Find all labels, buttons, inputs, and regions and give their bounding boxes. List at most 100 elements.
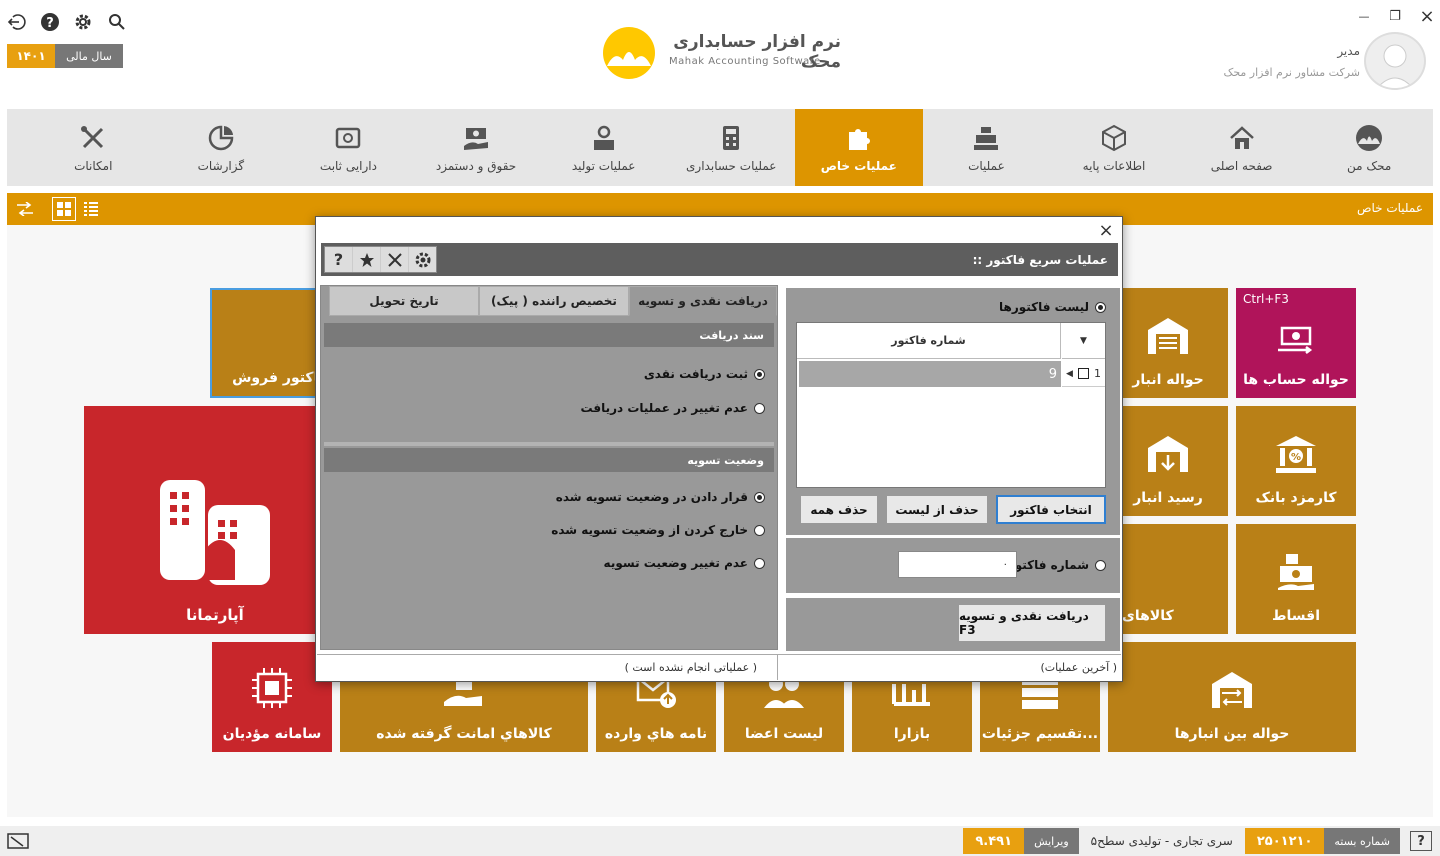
svg-text:%: % bbox=[1291, 452, 1301, 463]
invoice-number-input[interactable]: ۰ bbox=[898, 551, 1017, 578]
nav-item-label: دارایی ثابت bbox=[319, 159, 377, 173]
dropdown-arrow-icon: ▼ bbox=[1080, 335, 1087, 346]
option-radio[interactable] bbox=[754, 557, 765, 569]
tab-driver[interactable]: تخصیص راننده ( پیک) bbox=[479, 286, 629, 316]
nav-item-mahak-man[interactable]: محک من bbox=[1305, 109, 1433, 186]
close-window-button[interactable]: × bbox=[1416, 5, 1438, 27]
dialog-help-button[interactable]: ? bbox=[325, 247, 352, 272]
receipt-option-nochange[interactable]: عدم تغییر در عملیات دریافت bbox=[581, 401, 765, 415]
tile-havaleh-beyn-anbarha[interactable]: حواله بین انبارها bbox=[1108, 642, 1356, 752]
invoice-grid: شماره فاکتور ▼ 9 ◀ 1 bbox=[796, 322, 1106, 488]
toggle-view-button[interactable] bbox=[13, 198, 37, 220]
fiscal-year[interactable]: ۱۴۰۱ سال مالی bbox=[7, 44, 123, 68]
status-left-button[interactable] bbox=[6, 831, 30, 851]
restore-window-button[interactable]: ❐ bbox=[1384, 6, 1406, 26]
minimize-window-button[interactable]: — bbox=[1353, 6, 1375, 26]
nav-item-label: گزارشات bbox=[197, 159, 245, 173]
invoice-list-radio[interactable] bbox=[1095, 301, 1106, 313]
nav-item-label: عملیات bbox=[968, 159, 1005, 173]
dialog-toolbar: ? bbox=[324, 246, 437, 273]
nav-item-home[interactable]: صفحه اصلی bbox=[1178, 109, 1306, 186]
option-radio[interactable] bbox=[754, 524, 765, 536]
status-help-button[interactable]: ? bbox=[1410, 831, 1432, 851]
option-radio[interactable] bbox=[754, 402, 765, 414]
tile-samaneh-moadian[interactable]: سامانه مؤدیان bbox=[212, 642, 332, 752]
search-icon bbox=[109, 14, 125, 30]
search-button[interactable] bbox=[106, 11, 128, 33]
tile-havaleh-anbar[interactable]: حواله انبار bbox=[1108, 288, 1228, 398]
nav-item-label: امکانات bbox=[74, 159, 113, 173]
options-panel: تاریخ تحویل تخصیص راننده ( پیک) دریافت ن… bbox=[320, 285, 778, 650]
avatar[interactable] bbox=[1364, 32, 1426, 90]
tile-karmozd-bank[interactable]: % کارمزد بانک bbox=[1236, 406, 1356, 516]
tile-apartmana[interactable]: آپارتمانا bbox=[84, 406, 346, 634]
list-view-button[interactable] bbox=[80, 198, 102, 220]
main-nav: محک من صفحه اصلی اطلاعات پایه عملیات عمل… bbox=[7, 109, 1433, 186]
settle-option-nochange[interactable]: عدم تغییر وضعیت تسویه bbox=[604, 556, 765, 570]
settle-option-unset[interactable]: خارج کردن از وضعیت تسویه شده bbox=[551, 523, 765, 537]
settle-option-set[interactable]: قرار دادن در وضعیت تسویه شده bbox=[556, 490, 765, 504]
option-radio[interactable] bbox=[754, 368, 765, 380]
divider bbox=[324, 442, 774, 446]
fiscal-year-label: سال مالی bbox=[55, 44, 123, 68]
dialog-close-button[interactable]: × bbox=[1096, 220, 1116, 241]
help-button[interactable]: ? bbox=[39, 11, 61, 33]
calculator-icon bbox=[723, 126, 740, 150]
tile-aqsat[interactable]: اقساط bbox=[1236, 524, 1356, 634]
last-ops-link[interactable]: (آخرین عملیات ) bbox=[778, 655, 1121, 680]
package-label: شماره بسته bbox=[1324, 828, 1400, 854]
nav-item-special-ops[interactable]: عملیات خاص bbox=[795, 109, 923, 186]
remove-from-list-button[interactable]: حذف از لیست bbox=[886, 495, 988, 524]
bazara-logo-icon bbox=[892, 684, 930, 706]
nav-item-accounting-ops[interactable]: عملیات حسابداری bbox=[667, 109, 795, 186]
tile-kalaha[interactable]: کالاهای bbox=[1108, 524, 1228, 634]
tile-label: بازارا bbox=[893, 726, 931, 742]
nav-item-base-info[interactable]: اطلاعات پایه bbox=[1050, 109, 1178, 186]
dialog-tools-button[interactable] bbox=[381, 247, 408, 272]
tab-cash-settle[interactable]: دریافت نقدی و تسویه bbox=[629, 286, 777, 316]
status-info: شماره بسته ۲۵۰۱۲۱۰ سری تجاری - تولیدی سط… bbox=[963, 828, 1400, 854]
gear-icon bbox=[75, 14, 91, 30]
invoice-list-label: لیست فاکتورها bbox=[999, 300, 1089, 314]
version-label: ویرایش bbox=[1024, 828, 1079, 854]
exit-button[interactable] bbox=[6, 11, 28, 33]
remove-all-button[interactable]: حذف همه bbox=[800, 495, 878, 524]
settle-header: وضعیت تسویه bbox=[324, 448, 774, 472]
quick-invoice-dialog: × :: عملیات سریع فاکتور ? لیست فاکتورها … bbox=[315, 216, 1123, 682]
tools-icon bbox=[387, 252, 402, 267]
dialog-favorite-button[interactable] bbox=[353, 247, 380, 272]
nav-item-fixed-assets[interactable]: دارایی ثابت bbox=[285, 109, 413, 186]
select-invoice-button[interactable]: انتخاب فاکتور bbox=[996, 495, 1106, 524]
tile-label: فاکتور فروش bbox=[232, 370, 328, 386]
close-icon: × bbox=[1419, 5, 1435, 27]
nav-item-operations[interactable]: عملیات bbox=[923, 109, 1051, 186]
tile-factor-forush[interactable]: فاکتور فروش bbox=[210, 288, 330, 398]
grid-row-selector[interactable]: ◀ 1 bbox=[1062, 361, 1105, 387]
nav-item-tools[interactable]: امکانات bbox=[29, 109, 157, 186]
tile-havaleh-hesab[interactable]: Ctrl+F3 حواله حساب ها bbox=[1236, 288, 1356, 398]
tile-label: حواله بین انبارها bbox=[1174, 726, 1290, 742]
tab-date-delivery[interactable]: تاریخ تحویل bbox=[329, 286, 479, 316]
settings-button[interactable] bbox=[72, 11, 94, 33]
invoice-list-option[interactable]: لیست فاکتورها bbox=[999, 300, 1106, 314]
invoice-list-panel: لیست فاکتورها شماره فاکتور ▼ 9 ◀ 1 انتخا… bbox=[786, 288, 1120, 535]
grid-filter-button[interactable]: ▼ bbox=[1062, 323, 1105, 359]
dialog-settings-button[interactable] bbox=[409, 247, 436, 272]
nav-item-production-ops[interactable]: عملیات تولید bbox=[540, 109, 668, 186]
option-label: قرار دادن در وضعیت تسویه شده bbox=[555, 490, 748, 504]
row-checkbox[interactable] bbox=[1077, 368, 1089, 379]
nav-item-label: صفحه اصلی bbox=[1210, 159, 1273, 173]
invoice-number-option[interactable]: شماره فاکتور bbox=[1008, 558, 1106, 572]
nav-item-payroll[interactable]: حقوق و دستمزد bbox=[412, 109, 540, 186]
invoice-number-panel: شماره فاکتور ۰ bbox=[786, 538, 1120, 593]
nav-item-reports[interactable]: گزارشات bbox=[157, 109, 285, 186]
tile-resid-anbar[interactable]: رسید انبار bbox=[1108, 406, 1228, 516]
window-icon bbox=[7, 833, 29, 849]
option-radio[interactable] bbox=[754, 491, 765, 503]
grid-row-value[interactable]: 9 bbox=[799, 361, 1061, 387]
grid-view-button[interactable] bbox=[52, 197, 76, 221]
cash-receive-settle-button[interactable]: دریافت نقدی و تسویه F3 bbox=[958, 604, 1106, 642]
receipt-option-register[interactable]: ثبت دریافت نقدی bbox=[644, 367, 765, 381]
invoice-number-radio[interactable] bbox=[1095, 559, 1106, 571]
tools-icon bbox=[81, 126, 104, 149]
